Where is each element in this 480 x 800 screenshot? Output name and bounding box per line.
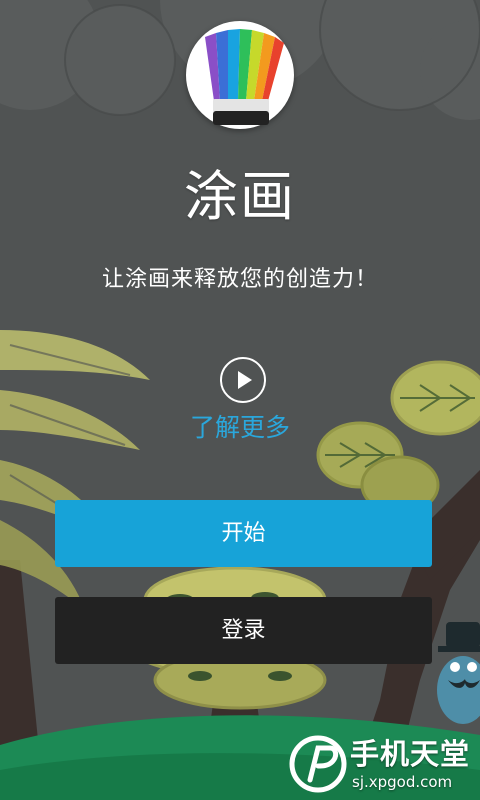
watermark-logo-icon (289, 735, 347, 793)
start-button[interactable]: 开始 (55, 500, 432, 567)
login-button[interactable]: 登录 (55, 597, 432, 664)
tagline: 让涂画来释放您的创造力！ (101, 267, 378, 292)
play-icon (238, 371, 252, 389)
app-logo (186, 21, 294, 129)
splash-screen: 涂画 让涂画来释放您的创造力！ 了解更多 开始 登录 手机天堂 sj.xpgod… (0, 0, 480, 800)
watermark: 手机天堂 sj.xpgod.com (288, 732, 474, 796)
watermark-url: sj.xpgod.com (352, 773, 453, 791)
paint-brush-icon (205, 29, 284, 125)
play-video-button[interactable] (220, 357, 266, 403)
watermark-text: 手机天堂 (350, 737, 471, 771)
learn-more-link[interactable]: 了解更多 (0, 410, 480, 446)
app-title: 涂画 (184, 165, 296, 228)
